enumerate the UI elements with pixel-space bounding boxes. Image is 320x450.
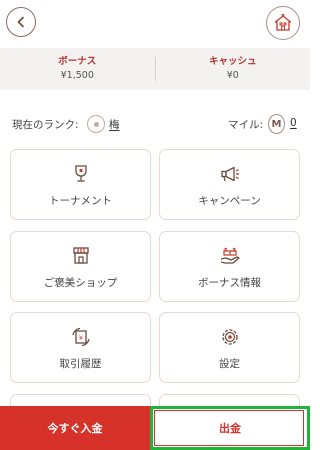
menu-card-bonus-info[interactable]: ボーナス情報 [159,231,300,302]
balance-panel: ボーナス ¥1,500 キャッシュ ¥0 [0,48,310,90]
menu-card-transaction-history[interactable]: ¥ 取引履歴 [10,312,151,383]
deposit-label: 今すぐ入金 [47,422,103,435]
home-button[interactable] [266,6,300,40]
gift-icon [219,245,241,267]
shop-icon [70,245,92,267]
menu-card-settings[interactable]: 設定 [159,312,300,383]
rank-row: 現在のランク: 梅 マイル: M 0 [0,108,310,142]
top-bar [0,0,310,44]
withdraw-label: 出金 [219,422,241,435]
rank-label: 現在のランク: [12,119,79,131]
menu-card-campaign[interactable]: キャンペーン [159,149,300,220]
cash-label: キャッシュ [208,56,257,67]
mile-coin-icon: M [268,114,285,134]
house-icon [274,14,292,31]
bonus-value: ¥1,500 [60,70,94,81]
rank-value-link[interactable]: 梅 [109,117,120,132]
gear-icon [219,326,241,348]
back-button[interactable] [6,7,36,37]
cash-balance: キャッシュ ¥0 [156,48,311,90]
bonus-label: ボーナス [58,56,97,67]
mile-label: マイル: [228,119,264,131]
menu-card-label: 設定 [219,358,240,370]
deposit-now-button[interactable]: 今すぐ入金 [0,406,150,450]
chevron-left-icon [17,16,24,28]
menu-card-label: ご褒美ショップ [43,277,118,289]
bonus-balance: ボーナス ¥1,500 [0,48,155,90]
menu-card-label: ボーナス情報 [198,277,261,289]
megaphone-icon [219,163,241,185]
menu-card-tournament[interactable]: トーナメント [10,149,151,220]
menu-card-label: トーナメント [49,195,112,207]
menu-card-label: キャンペーン [198,195,261,207]
menu-card-label: 取引履歴 [59,358,102,370]
rank-medal-icon [87,115,105,133]
cash-value: ¥0 [226,70,239,81]
mile-value-link[interactable]: 0 [290,117,297,129]
history-icon: ¥ [70,326,92,348]
svg-text:¥: ¥ [78,334,82,342]
trophy-icon [70,163,92,185]
menu-card-reward-shop[interactable]: ご褒美ショップ [10,231,151,302]
